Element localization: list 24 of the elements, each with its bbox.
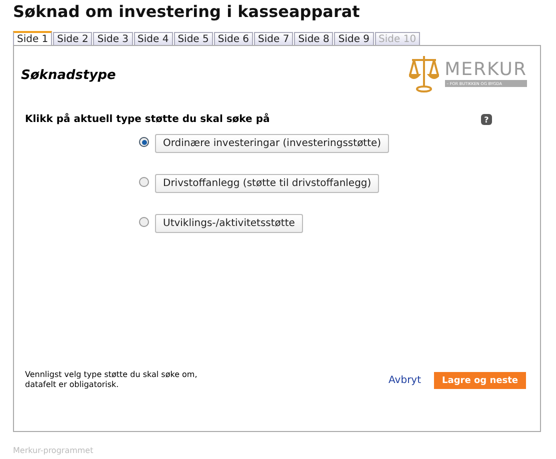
page-tab[interactable]: Side 2 [53, 32, 92, 45]
scales-icon [408, 53, 439, 93]
footer-text: Merkur-programmet [13, 446, 94, 455]
radio-button[interactable] [139, 177, 149, 187]
section-title: Søknadstype [21, 68, 116, 83]
required-note: Vennligst velg type støtte du skal søke om, datafelt er obligatorisk. [25, 370, 198, 390]
logo-name: MERKUR [444, 60, 527, 80]
page-tab[interactable]: Side 7 [254, 32, 294, 45]
option-button[interactable]: Drivstoffanlegg (støtte til drivstoffanlegg) [155, 174, 380, 193]
radio-button[interactable] [139, 217, 149, 227]
page-title: Søknad om investering i kasseapparat [13, 2, 361, 21]
page-tab[interactable]: Side 1 [13, 31, 52, 45]
question-label: Klikk på aktuell type støtte du skal søke på [25, 114, 270, 125]
help-icon[interactable]: ? [481, 114, 492, 125]
page-tab[interactable]: Side 9 [334, 32, 374, 45]
option-button[interactable]: Ordinære investeringar (investeringsstøtte) [155, 134, 390, 153]
page-tab[interactable]: Side 4 [134, 32, 173, 45]
option-button[interactable]: Utviklings-/aktivitetsstøtte [155, 214, 303, 233]
page-tab[interactable]: Side 3 [93, 32, 133, 45]
page-tab[interactable]: Side 5 [174, 32, 213, 45]
cancel-link[interactable]: Avbryt [388, 374, 422, 386]
page-tab[interactable]: Side 8 [294, 32, 334, 45]
page-tab[interactable]: Side 6 [214, 32, 254, 45]
radio-button[interactable] [139, 137, 149, 147]
